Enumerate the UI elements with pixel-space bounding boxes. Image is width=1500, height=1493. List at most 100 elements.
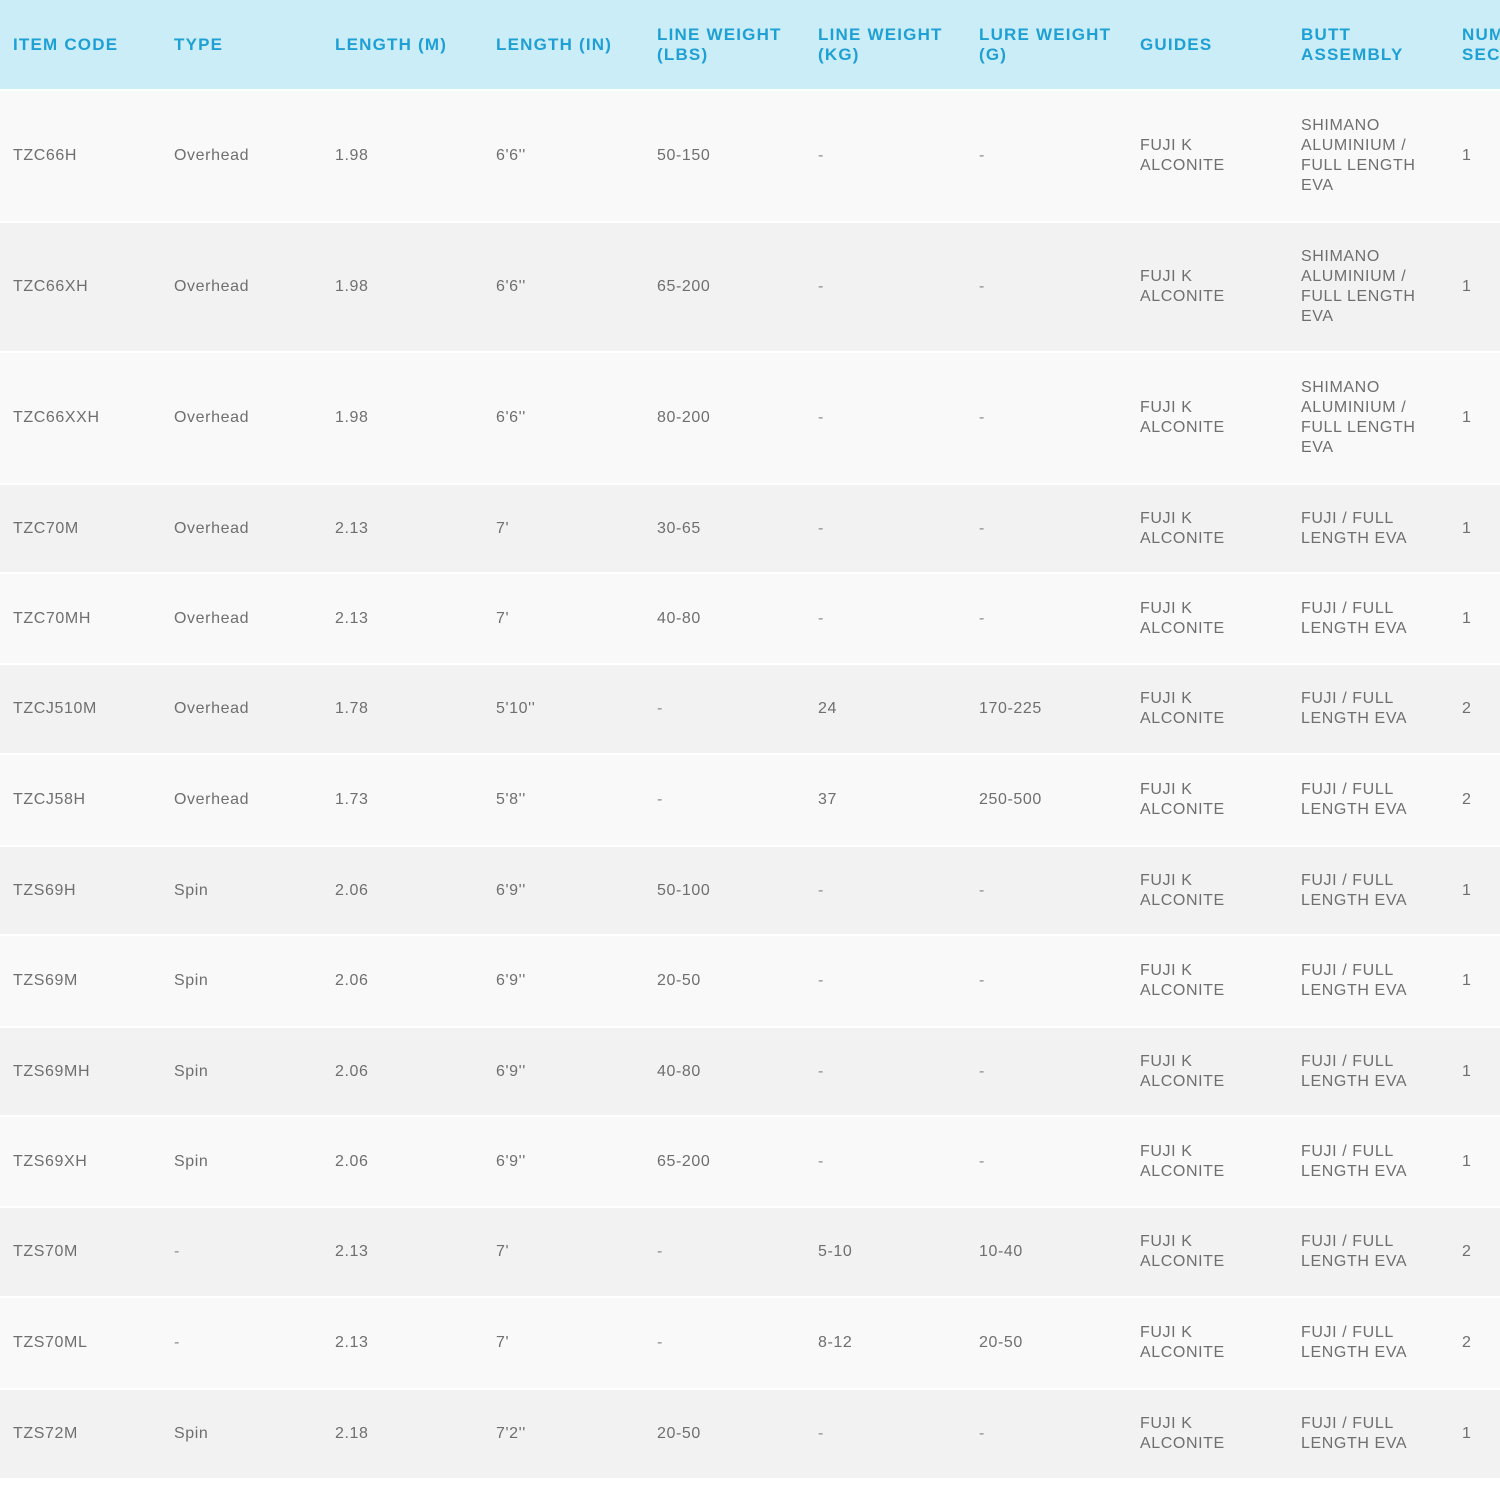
cell-line: ALUMINIUM / [1301, 399, 1407, 416]
cell-line-weight-kg: - [818, 147, 824, 164]
spec-table-viewport[interactable]: ITEM CODE TYPE LENGTH (M) LENGTH (IN) LINE W… [0, 0, 1500, 1493]
column-header-text: (LBS) [657, 44, 709, 64]
cell-type: - [174, 1243, 180, 1260]
cell-line: FUJI K [1140, 268, 1193, 285]
cell-line: LENGTH EVA [1301, 710, 1408, 727]
cell-line-weight-lbs: 80-200 [657, 409, 711, 426]
table-row: TZC66H Overhead 1.98 6'6'' 50-150 - - FUJI K ALC… [0, 90, 1500, 222]
cell-line: FUJI / FULL [1301, 1052, 1394, 1070]
cell-lure-weight-g: 20-50 [979, 1334, 1023, 1351]
table-row: TZS69M Spin 2.06 6'9'' 20-50 - - FUJI K ALCONITE… [0, 935, 1500, 1027]
cell-item-code: TZS70M [13, 1243, 78, 1260]
cell-line: ALCONITE [1140, 891, 1225, 909]
cell-butt-assembly: SHIMANO ALUMINIUM / FULL LENGTH EVA [1288, 222, 1449, 352]
cell-num-sections: 1 [1462, 519, 1472, 537]
table-row: TZS69H Spin 2.06 6'9'' 50-100 - - FUJI K ALCONIT… [0, 846, 1500, 935]
cell-line-weight-lbs: - [657, 791, 663, 808]
cell-line: LENGTH EVA [1301, 1072, 1408, 1090]
cell-line: LENGTH EVA [1301, 1344, 1408, 1361]
cell-length-m: 2.18 [335, 1425, 369, 1442]
cell-num-sections: 2 [1462, 1334, 1472, 1351]
cell-line: LENGTH EVA [1301, 1435, 1408, 1452]
cell-line: FULL LENGTH [1301, 288, 1416, 305]
cell-length-in: 7' [496, 1334, 510, 1351]
cell-line: ALCONITE [1140, 1253, 1225, 1270]
cell-type: Spin [174, 972, 209, 989]
cell-line-weight-lbs: 20-50 [657, 972, 701, 989]
cell-item-code: TZS72M [13, 1425, 78, 1442]
cell-guides: FUJI K ALCONITE [1127, 754, 1288, 846]
cell-num-sections: 1 [1462, 409, 1472, 426]
cell-line: ALCONITE [1140, 288, 1225, 305]
cell-guides: FUJI K ALCONITE [1127, 935, 1288, 1027]
cell-length-m: 1.78 [335, 700, 369, 717]
cell-butt-assembly: FUJI / FULL LENGTH EVA [1288, 1207, 1449, 1297]
table-row: TZCJ58H Overhead 1.73 5'8'' - 37 250-500 FUJI K… [0, 754, 1500, 846]
column-header-text: NUM [1462, 24, 1500, 44]
cell-type: Overhead [174, 278, 250, 295]
table-body: TZC66H Overhead 1.98 6'6'' 50-150 - - FUJI K ALC… [0, 90, 1500, 1478]
cell-length-m: 1.98 [335, 409, 369, 426]
cell-line: EVA [1301, 308, 1334, 325]
cell-num-sections: 1 [1462, 881, 1472, 899]
cell-line: FUJI / FULL [1301, 871, 1394, 889]
column-header-line-weight-kg: LINE WEIGHT (KG) [805, 0, 966, 90]
cell-item-code: TZCJ58H [13, 791, 86, 808]
table-header: ITEM CODE TYPE LENGTH (M) LENGTH (IN) LINE W… [0, 0, 1500, 90]
cell-line: FUJI / FULL [1301, 1233, 1394, 1250]
cell-item-code: TZC70M [13, 519, 79, 537]
cell-item-code: TZS69XH [13, 1152, 88, 1170]
cell-type: Overhead [174, 409, 250, 426]
column-header-text: GUIDES [1140, 34, 1213, 54]
cell-line: ALCONITE [1140, 982, 1225, 999]
cell-lure-weight-g: - [979, 278, 985, 295]
cell-line: ALCONITE [1140, 710, 1225, 727]
cell-item-code: TZC70MH [13, 609, 91, 627]
cell-line: EVA [1301, 439, 1334, 456]
cell-type: Overhead [174, 147, 250, 164]
cell-line: ALUMINIUM / [1301, 268, 1407, 285]
cell-type: Overhead [174, 791, 250, 808]
cell-line-weight-kg: - [818, 609, 824, 627]
cell-item-code: TZS70ML [13, 1334, 88, 1351]
cell-line: FUJI K [1140, 399, 1193, 416]
cell-length-m: 2.06 [335, 881, 369, 899]
cell-length-in: 6'9'' [496, 1062, 526, 1080]
cell-length-in: 7' [496, 519, 510, 537]
cell-line: FUJI K [1140, 1415, 1193, 1432]
cell-line: FULL LENGTH [1301, 419, 1416, 436]
column-header-text: LENGTH (IN) [496, 34, 613, 54]
cell-line-weight-kg: 8-12 [818, 1334, 853, 1351]
cell-lure-weight-g: - [979, 881, 985, 899]
cell-lure-weight-g: - [979, 609, 985, 627]
cell-lure-weight-g: - [979, 519, 985, 537]
cell-type: Overhead [174, 700, 250, 717]
column-header-length-m: LENGTH (M) [322, 0, 483, 90]
cell-line-weight-lbs: 30-65 [657, 519, 701, 537]
cell-line: LENGTH EVA [1301, 891, 1408, 909]
cell-line-weight-kg: 5-10 [818, 1243, 853, 1260]
cell-type: Overhead [174, 519, 250, 537]
cell-line: ALCONITE [1140, 157, 1225, 174]
cell-butt-assembly: FUJI / FULL LENGTH EVA [1288, 1116, 1449, 1207]
cell-item-code: TZC66XXH [13, 409, 100, 426]
cell-line: ALCONITE [1140, 1344, 1225, 1361]
cell-num-sections: 2 [1462, 791, 1472, 808]
cell-length-m: 2.13 [335, 1334, 369, 1351]
cell-num-sections: 1 [1462, 278, 1472, 295]
cell-line-weight-lbs: 20-50 [657, 1425, 701, 1442]
cell-line: FUJI / FULL [1301, 1142, 1394, 1160]
table-row: TZC70M Overhead 2.13 7' 30-65 - - FUJI K ALCONIT… [0, 484, 1500, 573]
cell-guides: FUJI K ALCONITE [1127, 573, 1288, 664]
cell-line: ALCONITE [1140, 419, 1225, 436]
cell-type: Overhead [174, 609, 250, 627]
cell-line: FUJI K [1140, 509, 1193, 527]
column-header-text: BUTT [1301, 24, 1352, 44]
cell-length-in: 6'6'' [496, 278, 526, 295]
cell-line: LENGTH EVA [1301, 619, 1408, 637]
cell-guides: FUJI K ALCONITE [1127, 1389, 1288, 1478]
cell-line-weight-lbs: - [657, 1334, 663, 1351]
cell-line-weight-lbs: 50-100 [657, 881, 711, 899]
cell-line: LENGTH EVA [1301, 982, 1408, 999]
column-header-text: ITEM CODE [13, 34, 119, 54]
